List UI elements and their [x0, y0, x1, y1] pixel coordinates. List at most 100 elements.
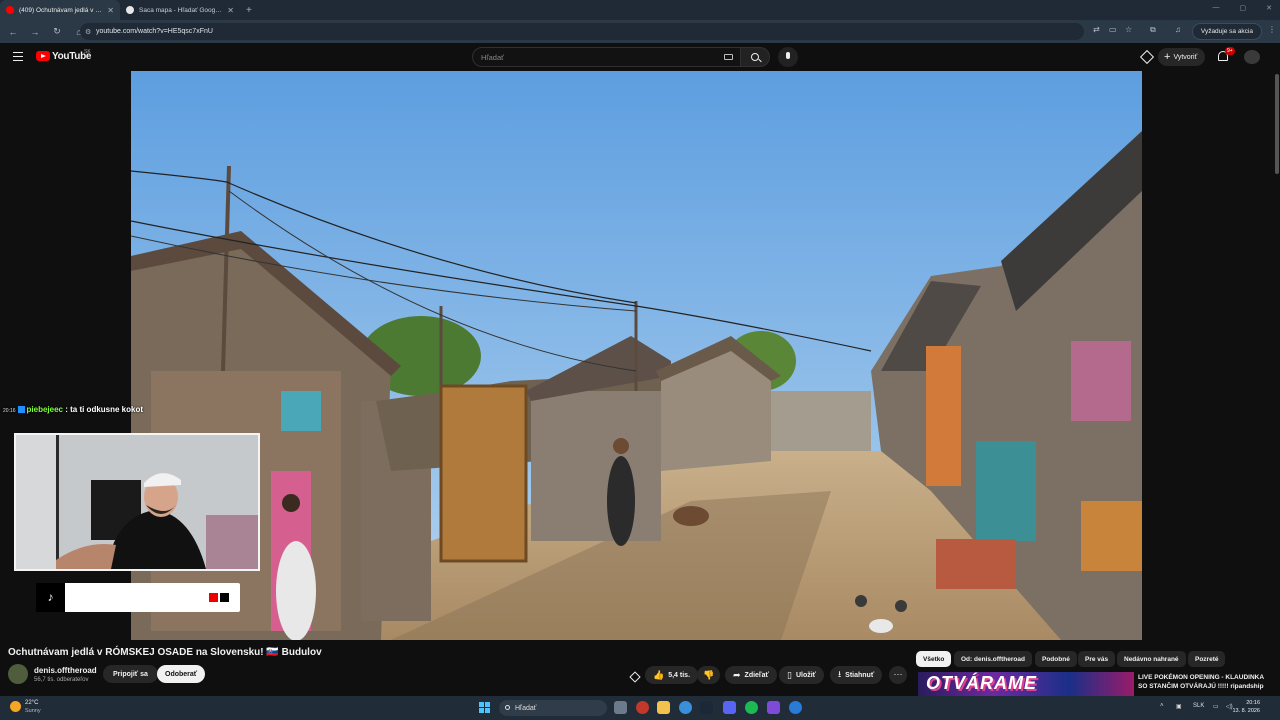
forward-icon[interactable]: → [30, 27, 40, 37]
premium-gem-icon[interactable] [629, 671, 641, 683]
cast-icon[interactable]: ▭ [1109, 25, 1117, 34]
video-player[interactable] [131, 71, 1142, 640]
chip-related[interactable]: Podobné [1035, 651, 1077, 667]
maximize-icon[interactable]: ▢ [1240, 4, 1247, 12]
channel-avatar[interactable] [8, 664, 28, 684]
app-icon[interactable] [789, 701, 802, 714]
browser-menu-icon[interactable]: ⋮ [1268, 25, 1276, 34]
like-count: 5,4 tis. [668, 671, 691, 679]
search-icon [751, 53, 759, 61]
back-icon[interactable]: ← [8, 27, 18, 37]
bookmark-star-icon[interactable]: ☆ [1125, 25, 1132, 34]
task-view-icon[interactable] [614, 701, 627, 714]
search-input[interactable]: Hľadať [472, 47, 742, 67]
create-button[interactable]: + Vytvoriť [1158, 48, 1206, 66]
tab-title: (409) Ochutnávam jedlá v RÓM [19, 6, 103, 14]
premium-gem-icon[interactable] [1139, 49, 1155, 65]
recommended-thumbnail[interactable]: OTVÁRAME [918, 672, 1134, 696]
close-tab-icon[interactable]: ✕ [107, 6, 114, 15]
search-placeholder: Hľadať [481, 52, 504, 62]
network-icon[interactable]: ▭ [1213, 703, 1219, 710]
share-icon: ➦ [733, 669, 741, 680]
streamer-webcam [14, 433, 260, 571]
video-frame [131, 71, 1142, 640]
action-required-button[interactable]: Vyžaduje sa akcia [1191, 23, 1262, 40]
clock-time: 20:16 [1246, 700, 1260, 706]
window-controls: — ▢ ✕ [1213, 4, 1273, 12]
voice-search-icon[interactable] [778, 47, 798, 67]
like-button[interactable]: 👍 5,4 tis. [645, 666, 699, 684]
chip-recently-uploaded[interactable]: Nedávno nahrané [1117, 651, 1186, 667]
tiktok-icon: ♪ [36, 583, 65, 612]
thumbs-down-icon: 👎 [703, 669, 715, 680]
chip-watched[interactable]: Pozreté [1188, 651, 1226, 667]
download-label: Stiahnuť [845, 671, 875, 679]
menu-icon[interactable] [13, 52, 23, 61]
subscribe-button[interactable]: Odoberať [157, 665, 206, 683]
youtube-logo-icon[interactable] [36, 51, 50, 61]
share-button[interactable]: ➦ Zdieľať [725, 666, 777, 684]
youtube-header: YouTube SK Hľadať + Vytvoriť 9+ [0, 43, 1280, 71]
recommended-video-title[interactable]: LIVE POKÉMON OPENING - KLAUDINKA SO STAN… [1138, 673, 1273, 691]
thumbs-up-icon: 👍 [653, 669, 665, 680]
url-text: youtube.com/watch?v=HE5qsc7xFnU [96, 28, 213, 35]
chip-from-channel[interactable]: Od: denis.offtheroad [954, 651, 1032, 667]
account-avatar[interactable] [1244, 50, 1260, 64]
tray-chevron-icon[interactable]: ˄ [1160, 703, 1164, 709]
tray-app-icon[interactable]: ▣ [1176, 703, 1182, 710]
youtube-favicon-icon [6, 6, 14, 14]
windows-start-icon[interactable] [479, 702, 490, 713]
spotify-icon[interactable] [745, 701, 758, 714]
language-indicator[interactable]: SLK [1193, 703, 1204, 709]
app-icon[interactable] [636, 701, 649, 714]
search-icon [505, 705, 510, 710]
extensions-icon[interactable]: ⧉ [1150, 25, 1156, 35]
translate-icon[interactable]: ⇄ [1093, 25, 1100, 34]
join-button[interactable]: Pripojiť sa [103, 665, 158, 683]
red-square-icon [209, 593, 218, 602]
chat-timestamp: 20:16 [3, 408, 16, 414]
search-button[interactable] [740, 47, 770, 67]
media-icon[interactable]: ♫ [1175, 25, 1181, 34]
more-actions-button[interactable]: ··· [889, 666, 907, 684]
chat-username: piebejeec [26, 405, 63, 414]
discord-icon[interactable] [723, 701, 736, 714]
chip-for-you[interactable]: Pre vás [1078, 651, 1116, 667]
dislike-button[interactable]: 👎 [697, 666, 721, 684]
create-label: Vytvoriť [1173, 53, 1198, 61]
download-button[interactable]: ⭳ Stiahnuť [830, 666, 883, 684]
steam-icon[interactable] [700, 701, 713, 714]
chrome-icon[interactable] [679, 701, 692, 714]
taskbar-search[interactable]: Hľadať [499, 700, 607, 716]
new-tab-button[interactable]: + [246, 5, 252, 16]
close-tab-icon[interactable]: ✕ [227, 6, 234, 15]
address-bar[interactable]: ⚙ youtube.com/watch?v=HE5qsc7xFnU [80, 23, 1084, 40]
file-explorer-icon[interactable] [657, 701, 670, 714]
keyboard-icon[interactable] [724, 54, 733, 60]
save-button[interactable]: ▯ Uložiť [779, 666, 825, 684]
system-clock[interactable]: 20:16 13. 8. 2026 [1232, 699, 1260, 715]
channel-name[interactable]: denis.offtheroad [34, 666, 97, 675]
tab-google[interactable]: Saca mapa - Hľadať Googlom ✕ [120, 0, 240, 20]
clock-date: 13. 8. 2026 [1232, 708, 1260, 714]
app-icon[interactable] [767, 701, 780, 714]
google-favicon-icon [126, 6, 134, 14]
country-code: SK [84, 49, 91, 55]
page-scrollbar[interactable] [1275, 74, 1279, 174]
tab-title: Saca mapa - Hľadať Googlom [139, 6, 223, 14]
chip-all[interactable]: Všetko [916, 651, 952, 667]
stream-chat-message: 20:16 piebejeec : ta ti odkusne kokot [3, 405, 143, 414]
minimize-icon[interactable]: — [1213, 4, 1220, 12]
black-square-icon [220, 593, 229, 602]
tab-youtube[interactable]: (409) Ochutnávam jedlá v RÓM ✕ [0, 0, 120, 20]
browser-toolbar: ← → ↻ ⌂ ⚙ youtube.com/watch?v=HE5qsc7xFn… [0, 20, 1280, 43]
thumbnail-text: OTVÁRAME [926, 673, 1037, 693]
reload-icon[interactable]: ↻ [52, 26, 62, 37]
weather-temperature: 22°C [25, 700, 39, 706]
weather-description: Sunny [25, 708, 41, 714]
taskbar-search-label: Hľadať [515, 704, 537, 712]
sun-icon[interactable] [10, 701, 21, 712]
close-window-icon[interactable]: ✕ [1266, 4, 1272, 12]
site-info-icon[interactable]: ⚙ [85, 28, 91, 36]
browser-tab-bar: (409) Ochutnávam jedlá v RÓM ✕ Saca mapa… [0, 0, 1280, 20]
